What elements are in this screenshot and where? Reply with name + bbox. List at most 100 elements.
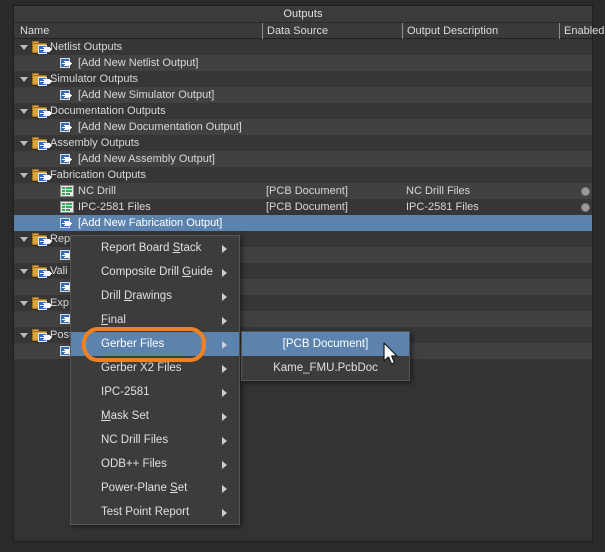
table-row[interactable]: Documentation Outputs <box>14 103 592 119</box>
submenu-arrow-icon <box>222 413 227 421</box>
menu-item-gerber-files[interactable]: Gerber Files <box>71 332 239 356</box>
column-header-data-source[interactable]: Data Source <box>262 23 328 39</box>
table-row[interactable]: Assembly Outputs <box>14 135 592 151</box>
menu-item-label: Power-Plane Set <box>101 482 188 494</box>
row-name: [Add New Netlist Output] <box>78 57 199 69</box>
folder-icon <box>32 73 47 86</box>
expand-collapse-icon[interactable] <box>20 269 28 274</box>
column-header-output-description[interactable]: Output Description <box>402 23 498 39</box>
row-name: Netlist Outputs <box>50 41 123 53</box>
menu-item-label: [PCB Document] <box>282 338 369 350</box>
table-row[interactable]: [Add New Netlist Output] <box>14 55 592 71</box>
add-new-output-icon[interactable] <box>60 58 70 68</box>
add-new-output-icon[interactable] <box>60 314 70 324</box>
menu-item-ipc-2581[interactable]: IPC-2581 <box>71 380 239 404</box>
menu-item-composite-drill-guide[interactable]: Composite Drill Guide <box>71 260 239 284</box>
add-new-output-icon[interactable] <box>60 218 70 228</box>
add-new-output-icon[interactable] <box>60 250 70 260</box>
menu-item-odb-files[interactable]: ODB++ Files <box>71 452 239 476</box>
submenu-arrow-icon <box>222 389 227 397</box>
submenu-arrow-icon <box>222 341 227 349</box>
table-row[interactable]: IPC-2581 Files [PCB Document] IPC-2581 Fil… <box>14 199 592 215</box>
table-row[interactable]: Netlist Outputs <box>14 39 592 55</box>
menu-item-label: Composite Drill Guide <box>101 266 213 278</box>
gerber-files-submenu[interactable]: [PCB Document] Kame_FMU.PcbDoc <box>241 331 410 381</box>
add-new-output-icon[interactable] <box>60 346 70 356</box>
expand-collapse-icon[interactable] <box>20 141 28 146</box>
fabrication-output-icon <box>60 201 74 213</box>
column-header-row: Name Data Source Output Description Enabled <box>14 23 604 39</box>
menu-item-nc-drill-files[interactable]: NC Drill Files <box>71 428 239 452</box>
folder-icon <box>32 233 47 246</box>
row-name: Rep <box>50 233 71 245</box>
menu-item-label: NC Drill Files <box>101 434 169 446</box>
folder-icon <box>32 169 47 182</box>
menu-item-report-board-stack[interactable]: Report Board Stack <box>71 236 239 260</box>
table-row[interactable]: Fabrication Outputs <box>14 167 592 183</box>
menu-item-label: IPC-2581 <box>101 386 150 398</box>
table-row[interactable]: [Add New Assembly Output] <box>14 151 592 167</box>
column-header-enabled[interactable]: Enabled <box>559 23 604 39</box>
row-output-description: NC Drill Files <box>406 185 471 197</box>
submenu-arrow-icon <box>222 365 227 373</box>
expand-collapse-icon[interactable] <box>20 237 28 242</box>
row-name: [Add New Documentation Output] <box>78 121 242 133</box>
row-enabled-toggle[interactable] <box>563 183 592 199</box>
row-name: Vali <box>50 265 68 277</box>
menu-item-label: Final <box>101 314 126 326</box>
fabrication-output-context-menu[interactable]: Report Board Stack Composite Drill Guide D… <box>70 235 240 525</box>
table-row[interactable]: NC Drill [PCB Document] NC Drill Files <box>14 183 592 199</box>
panel-title: Outputs <box>14 6 592 23</box>
menu-item-power-plane-set[interactable]: Power-Plane Set <box>71 476 239 500</box>
column-header-name[interactable]: Name <box>16 23 49 39</box>
submenu-arrow-icon <box>222 509 227 517</box>
row-name: Simulator Outputs <box>50 73 139 85</box>
submenu-item-pcb-document[interactable]: [PCB Document] <box>242 332 409 356</box>
submenu-arrow-icon <box>222 269 227 277</box>
folder-icon <box>32 105 47 118</box>
expand-collapse-icon[interactable] <box>20 173 28 178</box>
folder-icon <box>32 265 47 278</box>
row-enabled-toggle[interactable] <box>563 199 592 215</box>
row-name: Documentation Outputs <box>50 105 166 117</box>
row-name: [Add New Simulator Output] <box>78 89 215 101</box>
folder-icon <box>32 329 47 342</box>
menu-item-label: Mask Set <box>101 410 149 422</box>
menu-item-label: Test Point Report <box>101 506 190 518</box>
submenu-arrow-icon <box>222 437 227 445</box>
row-name: NC Drill <box>78 185 116 197</box>
table-row[interactable]: Simulator Outputs <box>14 71 592 87</box>
row-name: Assembly Outputs <box>50 137 140 149</box>
submenu-arrow-icon <box>222 485 227 493</box>
submenu-item-kame-fmu-pcbdoc[interactable]: Kame_FMU.PcbDoc <box>242 356 409 380</box>
fabrication-output-icon <box>60 185 74 197</box>
add-new-output-icon[interactable] <box>60 122 70 132</box>
table-row[interactable]: [Add New Simulator Output] <box>14 87 592 103</box>
row-name: IPC-2581 Files <box>78 201 151 213</box>
submenu-arrow-icon <box>222 293 227 301</box>
add-new-output-icon[interactable] <box>60 90 70 100</box>
screenshot-root: Outputs Name Data Source Output Descriptio… <box>0 0 605 552</box>
menu-item-label: ODB++ Files <box>101 458 167 470</box>
row-name: Post <box>50 329 73 341</box>
menu-item-label: Report Board Stack <box>101 242 202 254</box>
add-new-output-icon[interactable] <box>60 282 70 292</box>
expand-collapse-icon[interactable] <box>20 301 28 306</box>
expand-collapse-icon[interactable] <box>20 45 28 50</box>
menu-item-final[interactable]: Final <box>71 308 239 332</box>
add-new-output-icon[interactable] <box>60 154 70 164</box>
menu-item-gerber-x2-files[interactable]: Gerber X2 Files <box>71 356 239 380</box>
submenu-arrow-icon <box>222 461 227 469</box>
expand-collapse-icon[interactable] <box>20 109 28 114</box>
submenu-arrow-icon <box>222 317 227 325</box>
menu-item-mask-set[interactable]: Mask Set <box>71 404 239 428</box>
row-name: [Add New Fabrication Output] <box>78 217 223 229</box>
table-row[interactable]: [Add New Fabrication Output] <box>14 215 592 231</box>
menu-item-test-point-report[interactable]: Test Point Report <box>71 500 239 524</box>
expand-collapse-icon[interactable] <box>20 77 28 82</box>
table-row[interactable]: [Add New Documentation Output] <box>14 119 592 135</box>
row-output-description: IPC-2581 Files <box>406 201 479 213</box>
folder-icon <box>32 41 47 54</box>
menu-item-drill-drawings[interactable]: Drill Drawings <box>71 284 239 308</box>
expand-collapse-icon[interactable] <box>20 333 28 338</box>
